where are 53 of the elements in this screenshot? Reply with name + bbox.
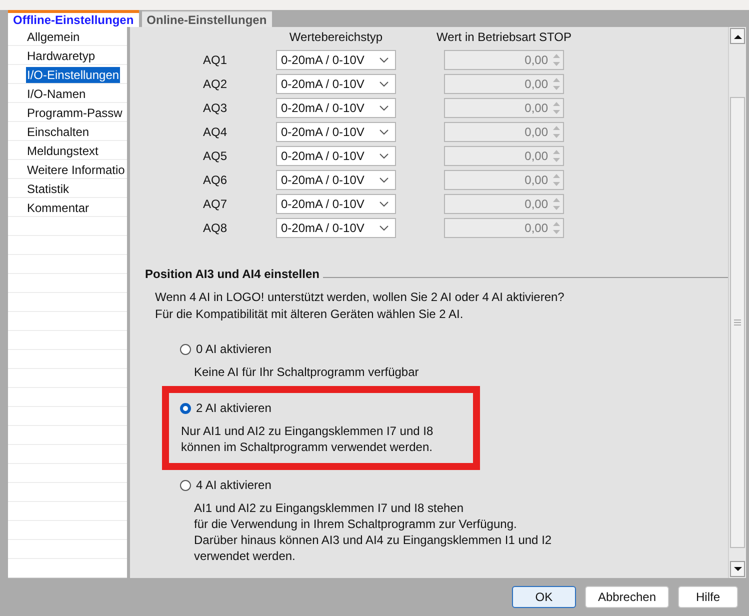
section-title: Position AI3 und AI4 einstellen (145, 267, 320, 281)
output-label: AQ7 (203, 197, 228, 211)
dropdown-caret-icon (379, 105, 389, 111)
output-label: AQ3 (203, 101, 228, 115)
dropdown-caret-icon (379, 57, 389, 63)
column-header: Wert in Betriebsart STOP (436, 30, 572, 46)
tab[interactable]: Online-Einstellungen (142, 11, 272, 27)
sidebar-item[interactable]: Hardwaretyp (26, 48, 96, 64)
dropdown-caret-icon (379, 177, 389, 183)
intro-text: Wenn 4 AI in LOGO! unterstützt werden, wollen Sie 2 AI oder 4 AI aktivieren? Für die Kompatibilität mit älteren Geräten wählen Sie 2 AI. (155, 289, 566, 323)
option-description: Nur AI1 und AI2 zu Eingangsklemmen I7 und I8 können im Schaltprogramm verwendet werden. (181, 423, 434, 455)
scroll-down-icon (734, 566, 742, 572)
spin-arrows-icon (552, 148, 561, 164)
dialog-button[interactable]: Hilfe (678, 586, 738, 608)
grip-icon (734, 319, 741, 326)
column-header: Wertebereichstyp (289, 30, 383, 46)
radio-option[interactable]: 0 AI aktivieren (180, 340, 419, 358)
sidebar-item[interactable]: Programm-Passw (26, 104, 124, 120)
spin-arrows-icon (552, 76, 561, 92)
sidebar-item[interactable]: Kommentar (26, 200, 90, 216)
sidebar-item[interactable]: Allgemein (26, 28, 81, 44)
spin-arrows-icon (552, 196, 561, 212)
output-label: AQ5 (203, 149, 228, 163)
output-label: AQ4 (203, 125, 228, 139)
dropdown-caret-icon (379, 153, 389, 159)
dropdown-caret-icon (379, 129, 389, 135)
sidebar-item[interactable]: I/O-Einstellungen (26, 66, 120, 82)
dialog-button[interactable]: OK (512, 586, 576, 608)
spin-arrows-icon (552, 100, 561, 116)
sidebar-item[interactable]: Einschalten (26, 124, 90, 140)
spin-arrows-icon (552, 124, 561, 140)
radio-option[interactable]: 4 AI aktivieren (180, 476, 552, 494)
sidebar-item[interactable]: Statistik (26, 180, 70, 196)
output-label: AQ2 (203, 77, 228, 91)
scrollbar[interactable] (728, 27, 746, 578)
spin-arrows-icon (552, 172, 561, 188)
dropdown-caret-icon (379, 81, 389, 87)
spin-arrows-icon (552, 220, 561, 236)
sidebar-item[interactable]: Meldungstext (26, 142, 100, 158)
output-label: AQ1 (203, 53, 228, 67)
spin-arrows-icon (552, 52, 561, 68)
tab[interactable]: Offline-Einstellungen (8, 10, 139, 27)
sidebar-item[interactable]: Weitere Informatio (26, 162, 126, 178)
sidebar-item[interactable]: I/O-Namen (26, 86, 87, 102)
dropdown-caret-icon (379, 201, 389, 207)
scroll-up-icon (734, 34, 742, 38)
option-description: Keine AI für Ihr Schaltprogramm verfügbar (194, 364, 419, 380)
dialog-button[interactable]: Abbrechen (584, 586, 669, 608)
output-label: AQ6 (203, 173, 228, 187)
dropdown-caret-icon (379, 225, 389, 231)
output-label: AQ8 (203, 221, 228, 235)
option-description: AI1 und AI2 zu Eingangsklemmen I7 und I8 stehen für die Verwendung in Ihrem Schaltprogramm zur Verfügung. Darüber hinaus können AI3 und AI4 zu Eingangsklemmen I1 und I2 verwendet werden. (194, 500, 552, 564)
radio-option[interactable]: 2 AI aktivieren (180, 399, 462, 417)
